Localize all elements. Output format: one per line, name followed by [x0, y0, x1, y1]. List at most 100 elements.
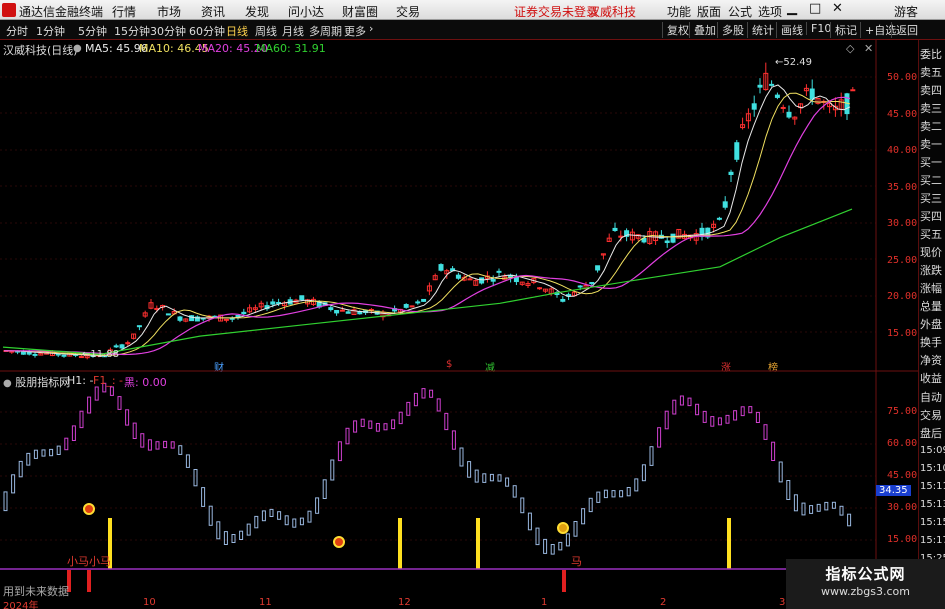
- candle-body: [229, 317, 235, 320]
- candle-body: [339, 309, 345, 312]
- more-chevron-icon[interactable]: ›: [369, 22, 373, 35]
- candle-body: [751, 103, 757, 110]
- osc-bar: [489, 473, 494, 482]
- sidebar-item[interactable]: 收益: [920, 370, 942, 386]
- sidebar-item[interactable]: 15:17: [920, 535, 945, 546]
- osc-bar: [786, 480, 791, 500]
- btn-diejia[interactable]: 叠加: [689, 22, 716, 38]
- period-5min[interactable]: 5分钟: [78, 23, 107, 39]
- osc-bar: [459, 447, 464, 467]
- menu-banmian[interactable]: 版面: [697, 3, 721, 20]
- btn-tongji[interactable]: 统计: [747, 22, 774, 38]
- sidebar-item[interactable]: 卖三: [920, 100, 942, 116]
- sidebar-item[interactable]: 交易: [920, 407, 942, 423]
- sidebar-item[interactable]: 外盘: [920, 316, 942, 332]
- menu-jiaoyi[interactable]: 交易: [396, 3, 420, 20]
- sidebar-item[interactable]: 15:13: [920, 499, 945, 510]
- sidebar-item[interactable]: 换手: [920, 334, 942, 350]
- period-weekly[interactable]: 周线: [255, 23, 277, 39]
- sidebar-item[interactable]: 买一: [920, 154, 942, 170]
- btn-duogu[interactable]: 多股: [717, 22, 744, 38]
- sidebar-item[interactable]: 卖四: [920, 82, 942, 98]
- login-notice[interactable]: 证券交易未登录: [514, 3, 598, 20]
- settings-circle-icon[interactable]: ●: [73, 43, 82, 54]
- sidebar-item[interactable]: 涨幅: [920, 280, 942, 296]
- menu-gongshi[interactable]: 公式: [728, 3, 752, 20]
- candle-body: [612, 227, 618, 231]
- sidebar-item[interactable]: 买二: [920, 172, 942, 188]
- ind-tick-75: 75.00: [887, 406, 918, 417]
- sidebar-item[interactable]: 自动: [920, 389, 942, 405]
- btn-f10[interactable]: F10: [806, 22, 831, 35]
- maximize-icon[interactable]: □: [809, 1, 821, 16]
- osc-bar: [565, 533, 570, 547]
- sidebar-item[interactable]: 买五: [920, 226, 942, 242]
- indicator-chart[interactable]: [0, 370, 918, 597]
- menu-gongneng[interactable]: 功能: [667, 3, 691, 20]
- osc-bar: [641, 464, 646, 482]
- date-tick-11: 11: [259, 597, 272, 608]
- sidebar-item[interactable]: 现价: [920, 244, 942, 260]
- btn-biaoji[interactable]: 标记: [830, 22, 857, 38]
- user-label[interactable]: 游客: [894, 3, 918, 20]
- ma20-line: [4, 96, 851, 356]
- sidebar-item[interactable]: 15:10: [920, 463, 945, 474]
- period-1min[interactable]: 1分钟: [36, 23, 65, 39]
- sidebar-item[interactable]: 净资: [920, 352, 942, 368]
- kline-chart[interactable]: [0, 40, 918, 370]
- candle-body: [357, 311, 363, 315]
- sidebar-item[interactable]: 买三: [920, 190, 942, 206]
- candle-body: [716, 217, 722, 220]
- sidebar-item[interactable]: 盘后: [920, 425, 942, 441]
- sidebar-item[interactable]: 15:15: [920, 517, 945, 528]
- period-multi[interactable]: 多周期: [309, 23, 342, 39]
- chart-close-icon[interactable]: ✕: [864, 42, 873, 55]
- osc-bar: [657, 427, 662, 448]
- period-daily[interactable]: 日线: [226, 23, 248, 39]
- osc-bar: [299, 517, 304, 526]
- candle-body: [670, 233, 676, 243]
- menu-bar: 通达信金融终端 行情 市场 资讯 发现 问小达 财富圈 交易 证券交易未登录 汉…: [0, 0, 945, 20]
- sidebar-item[interactable]: 卖一: [920, 136, 942, 152]
- osc-bar: [193, 469, 198, 487]
- period-fenshi[interactable]: 分时: [6, 23, 28, 39]
- menu-xuanxiang[interactable]: 选项: [758, 3, 782, 20]
- osc-bar: [740, 406, 745, 417]
- btn-fuquan[interactable]: 复权: [662, 22, 689, 38]
- indicator-f1: F1_: -: [93, 374, 123, 387]
- period-60min[interactable]: 60分钟: [189, 23, 225, 39]
- marker-bar: [87, 570, 91, 592]
- menu-wenxiaoda[interactable]: 问小达: [288, 3, 324, 20]
- sidebar-item[interactable]: 15:11: [920, 481, 945, 492]
- btn-fanhui[interactable]: 返回: [891, 22, 918, 38]
- candle-body: [455, 274, 461, 279]
- candlesticks: [3, 62, 856, 360]
- sidebar-item[interactable]: 卖五: [920, 64, 942, 80]
- menu-faxian[interactable]: 发现: [245, 3, 269, 20]
- chart-diamond-icon[interactable]: ◇: [846, 42, 854, 55]
- event-marker-dollar[interactable]: $: [446, 359, 452, 370]
- period-30min[interactable]: 30分钟: [150, 23, 186, 39]
- btn-huaxian[interactable]: 画线: [776, 22, 803, 38]
- date-tick-2: 2: [660, 597, 667, 608]
- current-stock-name: 汉威科技: [588, 5, 637, 19]
- sidebar-item[interactable]: 涨跌: [920, 262, 942, 278]
- menu-zixun[interactable]: 资讯: [201, 3, 225, 20]
- menu-hangqing[interactable]: 行情: [112, 3, 136, 20]
- menu-caifuquan[interactable]: 财富圈: [342, 3, 378, 20]
- sidebar-item[interactable]: 卖二: [920, 118, 942, 134]
- osc-bar: [56, 445, 61, 455]
- osc-bar: [710, 416, 715, 427]
- sidebar-item[interactable]: 委比: [920, 46, 942, 62]
- period-more[interactable]: 更多: [344, 23, 366, 39]
- sidebar-item[interactable]: 买四: [920, 208, 942, 224]
- osc-bar: [824, 501, 829, 511]
- minimize-icon[interactable]: ▁: [787, 1, 797, 16]
- close-icon[interactable]: ✕: [832, 1, 843, 16]
- indicator-circle-icon[interactable]: ●: [3, 378, 12, 389]
- sidebar-item[interactable]: 15:09: [920, 445, 945, 456]
- menu-shichang[interactable]: 市场: [157, 3, 181, 20]
- period-15min[interactable]: 15分钟: [114, 23, 150, 39]
- sidebar-item[interactable]: 总量: [920, 298, 942, 314]
- period-monthly[interactable]: 月线: [282, 23, 304, 39]
